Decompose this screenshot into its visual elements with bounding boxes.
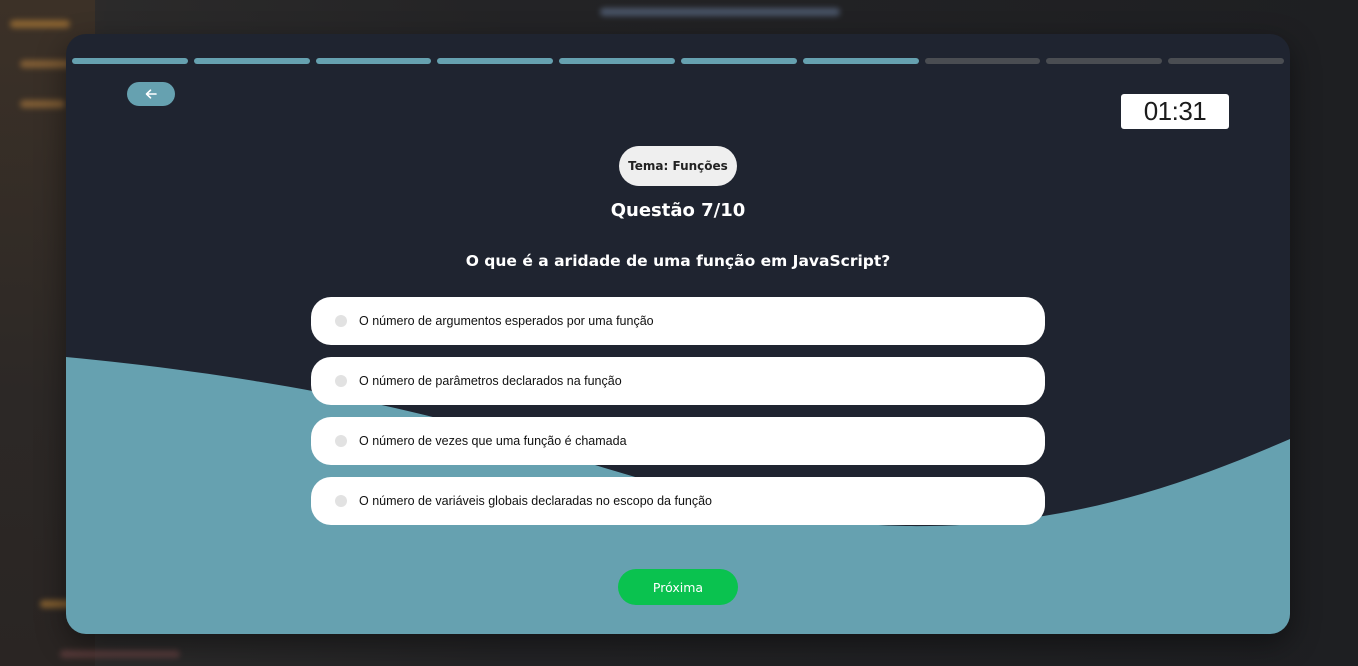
radio-button[interactable] — [335, 315, 347, 327]
back-button[interactable] — [127, 82, 175, 106]
progress-segment — [680, 58, 797, 64]
answer-option[interactable]: O número de variáveis globais declaradas… — [311, 477, 1045, 525]
question-text: O que é a aridade de uma função em JavaS… — [465, 252, 891, 270]
answer-option[interactable]: O número de argumentos esperados por uma… — [311, 297, 1045, 345]
quiz-card: 01:31 Tema: Funções Questão 7/10 O que é… — [66, 34, 1290, 634]
arrow-left-icon — [145, 89, 157, 99]
theme-badge: Tema: Funções — [619, 146, 737, 186]
progress-bar — [72, 58, 1284, 64]
radio-button[interactable] — [335, 435, 347, 447]
progress-segment — [72, 58, 188, 64]
answer-option[interactable]: O número de vezes que uma função é chama… — [311, 417, 1045, 465]
radio-button[interactable] — [335, 495, 347, 507]
answer-option-label: O número de argumentos esperados por uma… — [359, 314, 654, 328]
next-button[interactable]: Próxima — [618, 569, 738, 605]
progress-segment — [1168, 58, 1284, 64]
progress-segment — [559, 58, 675, 64]
answer-option-label: O número de parâmetros declarados na fun… — [359, 374, 622, 388]
progress-segment — [802, 58, 919, 64]
question-number: Questão 7/10 — [610, 200, 746, 221]
timer: 01:31 — [1121, 94, 1229, 129]
answer-option-label: O número de vezes que uma função é chama… — [359, 434, 627, 448]
progress-segment — [924, 58, 1041, 64]
progress-segment — [437, 58, 554, 64]
answer-option[interactable]: O número de parâmetros declarados na fun… — [311, 357, 1045, 405]
answer-option-label: O número de variáveis globais declaradas… — [359, 494, 712, 508]
progress-segment — [315, 58, 432, 64]
progress-segment — [1046, 58, 1163, 64]
progress-segment — [193, 58, 310, 64]
radio-button[interactable] — [335, 375, 347, 387]
answer-options: O número de argumentos esperados por uma… — [311, 297, 1045, 537]
